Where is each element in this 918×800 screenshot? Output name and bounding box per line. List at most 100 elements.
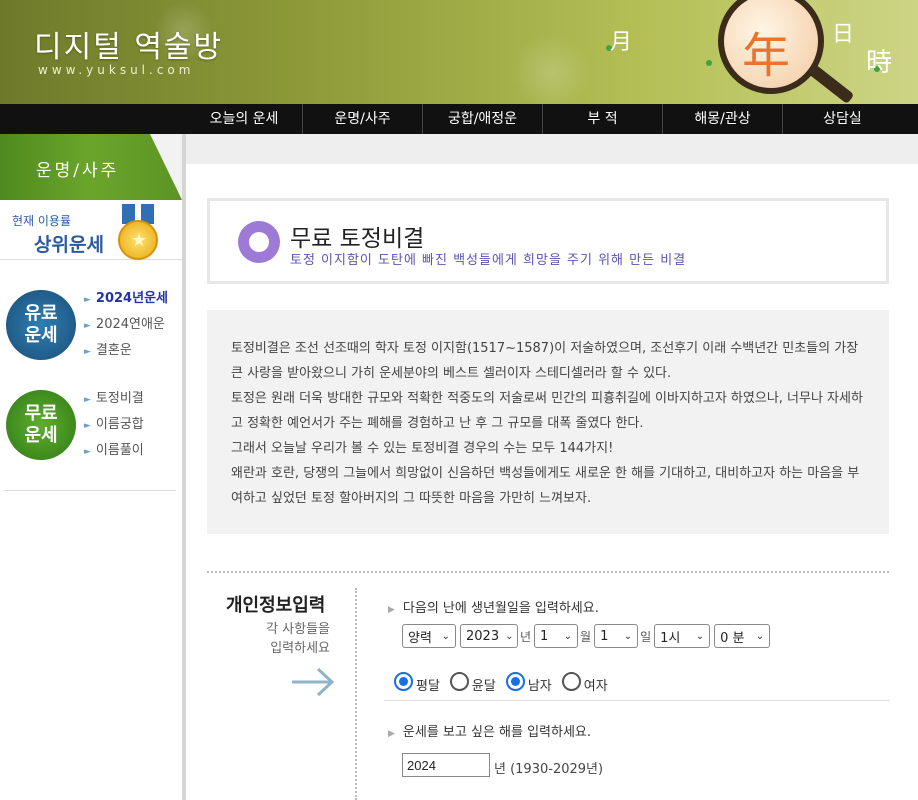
form-subtitle-line2: 입력하세요 bbox=[270, 641, 330, 656]
day-unit: 일 bbox=[640, 629, 652, 644]
nav-item-bujeok[interactable]: 부 적 bbox=[542, 104, 662, 134]
normal-month-radio[interactable] bbox=[394, 672, 413, 691]
paid-badge-line1: 유료 bbox=[24, 303, 58, 324]
paid-menu: ► 2024년운세 ► 2024연애운 ► 결혼운 bbox=[84, 286, 168, 364]
female-label: 여자 bbox=[583, 679, 608, 694]
rank-big-text: 상위운세 bbox=[34, 234, 104, 256]
sidebar-header-corner bbox=[150, 134, 182, 200]
month-unit: 월 bbox=[580, 629, 592, 644]
description-paragraph: 토정은 원래 더욱 방대한 규모와 적확한 적중도의 저술로써 민간의 피흉취길… bbox=[231, 391, 863, 431]
nav-item-saju[interactable]: 운명/사주 bbox=[302, 104, 422, 134]
birth-label: 다음의 난에 생년월일을 입력하세요. bbox=[402, 601, 599, 616]
sidebar-item-name-reading[interactable]: ► 이름풀이 bbox=[84, 438, 144, 464]
nav-item-counsel[interactable]: 상담실 bbox=[782, 104, 902, 134]
birth-hour-select[interactable]: 1시 ⌄ bbox=[654, 624, 711, 648]
year-unit: 년 bbox=[520, 629, 532, 644]
free-badge-line2: 운세 bbox=[24, 425, 58, 446]
chevron-down-icon: ⌄ bbox=[441, 630, 450, 642]
sidebar-item-label: 2024년운세 bbox=[95, 291, 168, 306]
rank-banner[interactable]: 현재 이용률 상위운세 ★ bbox=[0, 200, 182, 260]
chevron-down-icon: ⌄ bbox=[623, 630, 633, 642]
description-paragraph: 그래서 오늘날 우리가 볼 수 있는 토정비결 경우의 수는 모두 144가지! bbox=[231, 441, 614, 456]
page-title-box: 무료 토정비결 토정 이지함이 도탄에 빠진 백성들에게 희망을 주기 위해 만… bbox=[207, 198, 889, 284]
chevron-down-icon: ⌄ bbox=[755, 630, 765, 642]
description-paragraph: 왜란과 호란, 당쟁의 그늘에서 희망없이 신음하던 백성들에게도 새로운 한 … bbox=[231, 466, 860, 506]
form-vertical-divider bbox=[355, 588, 357, 800]
birth-month-select[interactable]: 1 ⌄ bbox=[534, 624, 579, 648]
sidebar-item-label: 토정비결 bbox=[95, 391, 144, 406]
nav-items: 오늘의 운세 운명/사주 궁합/애정운 부 적 해몽/관상 상담실 bbox=[186, 104, 902, 134]
sidebar-item-label: 2024연애운 bbox=[95, 317, 165, 332]
hanja-day: 日 bbox=[832, 22, 855, 47]
hanja-time: 時 bbox=[866, 48, 893, 78]
female-radio[interactable] bbox=[561, 672, 581, 691]
birth-day-value: 1 bbox=[600, 628, 609, 644]
sidebar-divider bbox=[4, 490, 176, 491]
male-label: 남자 bbox=[527, 679, 552, 694]
sidebar-item-2024-love[interactable]: ► 2024연애운 bbox=[84, 312, 168, 338]
chevron-down-icon: ⌄ bbox=[505, 630, 514, 642]
sidebar-header: 운명/사주 bbox=[0, 134, 182, 200]
hanja-year: 年 bbox=[742, 28, 791, 84]
rank-small-text: 현재 이용률 bbox=[12, 214, 72, 228]
arrow-right-icon: ► bbox=[84, 295, 91, 305]
sidebar-item-tojeong[interactable]: ► 토정비결 bbox=[84, 386, 144, 412]
birth-minute-select[interactable]: 0 분 ⌄ bbox=[714, 624, 771, 648]
leap-month-label: 윤달 bbox=[471, 679, 496, 694]
free-badge-line1: 무료 bbox=[24, 403, 58, 424]
paid-fortune-badge: 유료 운세 bbox=[6, 290, 76, 360]
content-topbar bbox=[186, 134, 918, 164]
triangle-right-icon: ▶ bbox=[388, 605, 395, 615]
target-year-input[interactable] bbox=[402, 753, 490, 777]
birth-hour-value: 1시 bbox=[660, 630, 681, 646]
sidebar-item-name-match[interactable]: ► 이름궁합 bbox=[84, 412, 144, 438]
sidebar-item-marriage[interactable]: ► 결혼운 bbox=[84, 338, 168, 364]
target-year-note: 년 (1930-2029년) bbox=[494, 762, 604, 777]
arrow-right-icon: ► bbox=[84, 395, 91, 405]
leap-month-radio[interactable] bbox=[449, 672, 469, 691]
calendar-type-select[interactable]: 양력 ⌄ bbox=[402, 624, 456, 648]
form-row-divider bbox=[384, 700, 890, 701]
form-section-title: 개인정보입력 bbox=[226, 595, 326, 616]
birth-year-select[interactable]: 2023 ⌄ bbox=[460, 624, 518, 648]
medal-icon: ★ bbox=[118, 220, 158, 260]
arrow-right-icon: ► bbox=[84, 347, 91, 357]
free-fortune-badge: 무료 운세 bbox=[6, 390, 76, 460]
birth-day-select[interactable]: 1 ⌄ bbox=[594, 624, 639, 648]
site-header: 디지털 역술방 www.yuksul.com 月 年 日 時 bbox=[0, 0, 918, 104]
target-label-row: ▶ 운세를 보고 싶은 해를 입력하세요. bbox=[388, 721, 591, 740]
page-subtitle: 토정 이지함이 도탄에 빠진 백성들에게 희망을 주기 위해 만든 비결 bbox=[290, 253, 687, 268]
nav-item-gunghap[interactable]: 궁합/애정운 bbox=[422, 104, 542, 134]
arrow-right-icon bbox=[292, 667, 335, 697]
site-logo-url: www.yuksul.com bbox=[38, 63, 195, 77]
section-divider bbox=[207, 571, 889, 573]
paid-badge-line2: 운세 bbox=[24, 325, 58, 346]
sidebar-item-label: 이름궁합 bbox=[95, 417, 144, 432]
arrow-right-icon: ► bbox=[84, 421, 91, 431]
birth-year-value: 2023 bbox=[466, 628, 500, 644]
birth-date-row: 양력 ⌄ 2023 ⌄ 년 1 ⌄ 월 1 ⌄ 일 1시 ⌄ 0 분 ⌄ bbox=[402, 624, 771, 648]
sidebar-item-label: 결혼운 bbox=[95, 343, 132, 358]
decor-dot bbox=[706, 60, 712, 66]
male-radio[interactable] bbox=[505, 672, 525, 691]
free-menu: ► 토정비결 ► 이름궁합 ► 이름풀이 bbox=[84, 386, 144, 464]
chevron-down-icon: ⌄ bbox=[695, 630, 705, 642]
chevron-down-icon: ⌄ bbox=[563, 630, 573, 642]
nav-item-today[interactable]: 오늘의 운세 bbox=[186, 104, 302, 134]
normal-month-label: 평달 bbox=[416, 679, 440, 694]
sidebar: 운명/사주 현재 이용률 상위운세 ★ 유료 운세 ► 2024년운세 ► 2024… bbox=[0, 134, 186, 800]
target-year-label: 운세를 보고 싶은 해를 입력하세요. bbox=[402, 725, 592, 740]
arrow-right-icon: ► bbox=[84, 447, 91, 457]
form-section-subtitle: 각 사항들을 입력하세요 bbox=[238, 620, 330, 658]
sidebar-item-2024-fortune[interactable]: ► 2024년운세 bbox=[84, 286, 168, 312]
nav-item-dream[interactable]: 해몽/관상 bbox=[662, 104, 782, 134]
circle-bullet-icon bbox=[238, 221, 280, 263]
sidebar-item-label: 이름풀이 bbox=[95, 443, 144, 458]
arrow-right-icon: ► bbox=[84, 321, 91, 331]
calendar-type-value: 양력 bbox=[408, 630, 432, 646]
sidebar-section-title: 운명/사주 bbox=[36, 161, 120, 181]
site-logo-title[interactable]: 디지털 역술방 bbox=[34, 22, 223, 66]
description-box: 토정비결은 조선 선조때의 학자 토정 이지함(1517~1587)이 저술하였… bbox=[207, 310, 889, 534]
birth-minute-value: 0 분 bbox=[720, 630, 745, 646]
birth-month-value: 1 bbox=[540, 628, 549, 644]
